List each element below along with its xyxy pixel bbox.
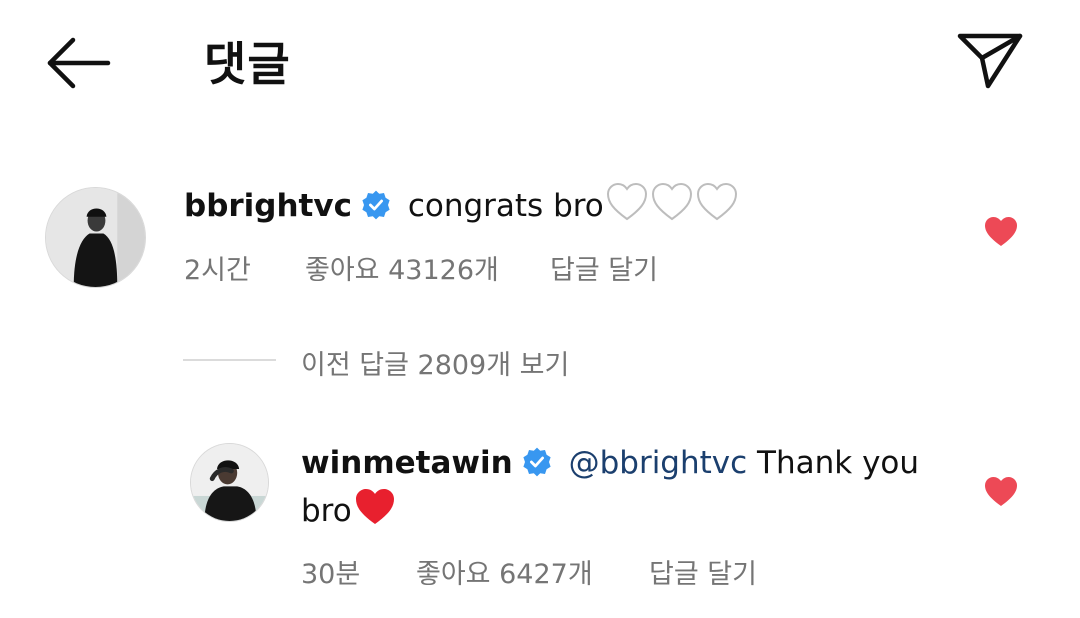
- reply-text-line2: bro: [301, 487, 397, 533]
- reply-likes[interactable]: 좋아요 6427개: [416, 552, 593, 591]
- white-heart-icon: [651, 182, 692, 221]
- comment-time: 2시간: [184, 255, 251, 286]
- white-heart-icon: [696, 182, 737, 221]
- heart-filled-icon: [985, 477, 1017, 506]
- arrow-left-icon: [47, 37, 111, 89]
- view-previous-replies-button[interactable]: 이전 답글 2809개 보기: [301, 343, 569, 382]
- reply-like-button[interactable]: [984, 476, 1018, 508]
- replies-divider: [183, 359, 276, 361]
- reply-body-continued: bro: [301, 493, 352, 529]
- profile-photo: [191, 444, 268, 521]
- comment-body: congrats bro: [407, 188, 604, 224]
- comments-screen: 댓글 bbrightvc congrats bro 2시간 좋아요 43126개…: [0, 0, 1080, 618]
- profile-photo: [46, 188, 145, 287]
- reply-username[interactable]: winmetawin: [301, 445, 513, 481]
- comment-text: bbrightvc congrats bro: [184, 182, 739, 228]
- comment-like-button[interactable]: [984, 216, 1018, 248]
- reply-body: Thank you: [747, 445, 920, 481]
- red-heart-icon: [355, 489, 394, 524]
- comment-likes[interactable]: 좋아요 43126개: [305, 248, 499, 287]
- heart-filled-icon: [985, 217, 1017, 246]
- avatar[interactable]: [45, 187, 146, 288]
- share-button[interactable]: [954, 28, 1026, 92]
- reply-mention-link[interactable]: @bbrightvc: [569, 445, 748, 481]
- white-heart-icon: [606, 182, 647, 221]
- reply-time: 30분: [301, 559, 361, 590]
- comment-reply-button[interactable]: 답글 달기: [550, 248, 658, 287]
- reply-text-line1: winmetawin @bbrightvc Thank you: [301, 441, 919, 485]
- verified-badge-icon: [362, 190, 390, 220]
- back-button[interactable]: [44, 36, 114, 90]
- comment-username[interactable]: bbrightvc: [184, 188, 352, 224]
- send-icon: [957, 33, 1023, 89]
- page-title: 댓글: [204, 37, 291, 91]
- reply-avatar[interactable]: [190, 443, 269, 522]
- verified-badge-icon: [523, 447, 551, 477]
- reply-reply-button[interactable]: 답글 달기: [649, 552, 757, 591]
